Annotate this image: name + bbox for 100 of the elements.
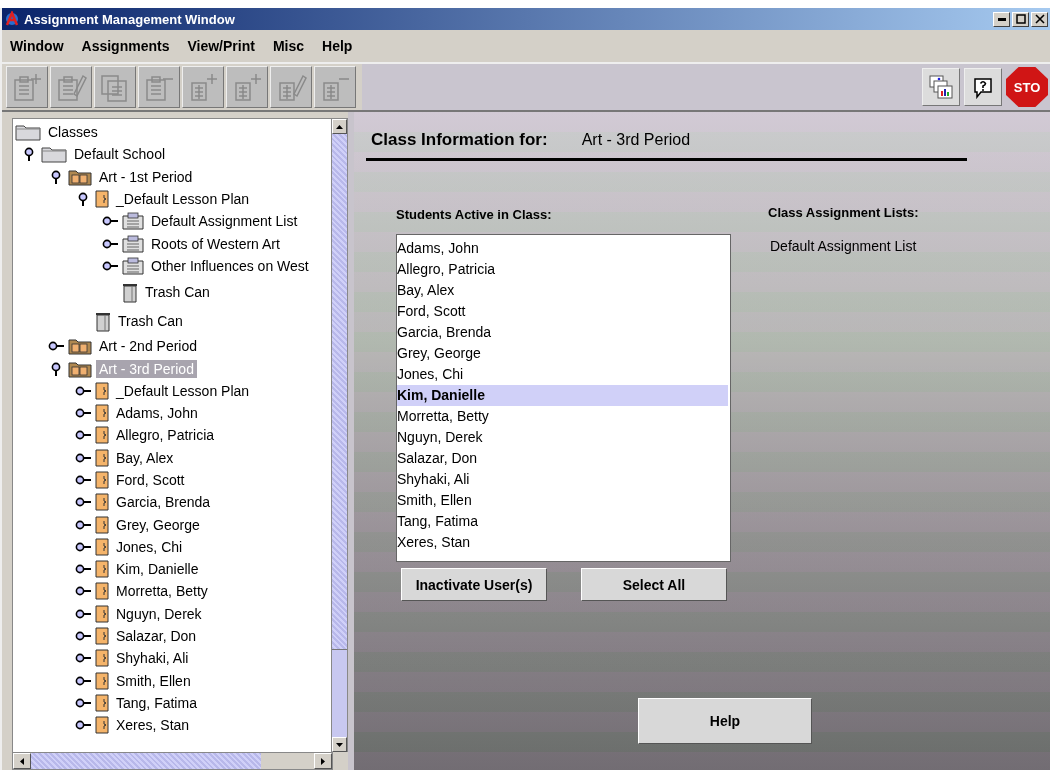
student-list-item[interactable]: Nguyn, Derek <box>397 427 728 448</box>
scroll-right-arrow-icon[interactable] <box>321 757 325 765</box>
collapsed-toggle-icon[interactable] <box>75 653 91 664</box>
menu-item[interactable]: Assignments <box>81 38 170 54</box>
charts-icon <box>928 74 954 100</box>
tree-item[interactable]: Shyhaki, Ali <box>113 649 192 668</box>
select-all-button[interactable]: Select All <box>581 568 727 601</box>
menu-item[interactable]: Window <box>10 38 64 54</box>
tree-item[interactable]: Kim, Danielle <box>113 560 202 579</box>
student-list-item[interactable]: Allegro, Patricia <box>397 259 728 280</box>
tree-item[interactable]: Xeres, Stan <box>113 716 193 735</box>
student-list-item[interactable]: Xeres, Stan <box>397 532 728 553</box>
tree-item[interactable]: Garcia, Brenda <box>113 493 214 512</box>
tree-item[interactable]: Art - 2nd Period <box>96 337 201 356</box>
horizontal-scrollbar[interactable] <box>12 752 333 770</box>
menu-item[interactable]: Help <box>322 38 353 54</box>
collapsed-toggle-icon[interactable] <box>75 697 91 708</box>
collapsed-toggle-icon[interactable] <box>75 541 91 552</box>
collapsed-toggle-icon[interactable] <box>102 260 118 271</box>
student-list-item[interactable]: Grey, George <box>397 343 728 364</box>
tree-item[interactable]: _Default Lesson Plan <box>113 190 253 209</box>
person-card-icon <box>95 627 109 646</box>
person-card-icon <box>95 560 109 579</box>
tree-item[interactable]: Salazar, Don <box>113 627 200 646</box>
collapsed-toggle-icon[interactable] <box>75 564 91 575</box>
person-card-icon <box>95 671 109 690</box>
maximize-button[interactable] <box>1012 11 1029 27</box>
tree-item[interactable]: _Default Lesson Plan <box>113 381 253 400</box>
collapsed-toggle-icon[interactable] <box>75 631 91 642</box>
tree-item[interactable]: Jones, Chi <box>113 537 186 556</box>
class-folder-icon <box>68 167 92 186</box>
collapsed-toggle-icon[interactable] <box>75 452 91 463</box>
help-button[interactable] <box>964 68 1002 106</box>
collapsed-toggle-icon[interactable] <box>75 408 91 419</box>
person-card-icon <box>95 582 109 601</box>
tree-item[interactable]: Tang, Fatima <box>113 693 200 712</box>
tree-item[interactable]: Adams, John <box>113 404 201 423</box>
student-list-item[interactable]: Adams, John <box>397 238 728 259</box>
stop-button[interactable]: STO <box>1006 67 1048 107</box>
close-button[interactable] <box>1031 11 1048 27</box>
collapsed-toggle-icon[interactable] <box>75 608 91 619</box>
collapsed-toggle-icon[interactable] <box>48 341 64 352</box>
collapsed-toggle-icon[interactable] <box>75 586 91 597</box>
collapsed-toggle-icon[interactable] <box>75 430 91 441</box>
collapsed-toggle-icon[interactable] <box>75 497 91 508</box>
tree-item[interactable]: Nguyn, Derek <box>113 604 205 623</box>
menu-item[interactable]: View/Print <box>187 38 255 54</box>
collapsed-toggle-icon[interactable] <box>75 675 91 686</box>
minimize-button[interactable] <box>993 11 1010 27</box>
tree-item[interactable]: Classes <box>45 123 101 142</box>
collapsed-toggle-icon[interactable] <box>75 519 91 530</box>
collapsed-toggle-icon[interactable] <box>102 216 118 227</box>
collapsed-toggle-icon[interactable] <box>75 720 91 731</box>
tree-item[interactable]: Ford, Scott <box>113 471 188 489</box>
student-list-item[interactable]: Morretta, Betty <box>397 406 728 427</box>
tree-item[interactable]: Art - 1st Period <box>96 167 196 186</box>
tree-item[interactable]: Smith, Ellen <box>113 671 194 690</box>
tree-item[interactable]: Allegro, Patricia <box>113 426 218 445</box>
scroll-down-arrow-icon[interactable] <box>336 742 343 747</box>
tree-item[interactable]: Roots of Western Art <box>148 234 283 253</box>
assignment-list-item[interactable]: Default Assignment List <box>768 238 919 254</box>
tree-item[interactable]: Trash Can <box>142 282 213 301</box>
assignment-lists-label: Class Assignment Lists: <box>768 205 919 220</box>
student-list-item[interactable]: Garcia, Brenda <box>397 322 728 343</box>
expanded-toggle-icon[interactable] <box>51 169 61 184</box>
tree-item[interactable]: Default Assignment List <box>148 212 301 231</box>
inactivate-users-button[interactable]: Inactivate User(s) <box>401 568 547 601</box>
person-card-icon <box>95 515 109 534</box>
student-list-item[interactable]: Bay, Alex <box>397 280 728 301</box>
collapsed-toggle-icon[interactable] <box>75 475 91 485</box>
folder-icon <box>41 145 67 164</box>
tree-item[interactable]: Trash Can <box>115 311 186 330</box>
expanded-toggle-icon[interactable] <box>78 192 88 207</box>
collapsed-toggle-icon[interactable] <box>102 238 118 249</box>
scroll-left-arrow-icon[interactable] <box>20 757 24 765</box>
tree-item[interactable]: Grey, George <box>113 515 203 534</box>
student-list-item[interactable]: Smith, Ellen <box>397 490 728 511</box>
clipboard-icon <box>122 234 144 253</box>
student-list-item[interactable]: Shyhaki, Ali <box>397 469 728 490</box>
person-card-icon <box>95 190 109 209</box>
student-list-item[interactable]: Salazar, Don <box>397 448 728 469</box>
collapsed-toggle-icon[interactable] <box>75 385 91 396</box>
tree-item[interactable]: Morretta, Betty <box>113 582 211 601</box>
students-listbox[interactable]: Adams, John Allegro, Patricia Bay, Alex Ford, Scott Garcia, Brenda Grey, George Jones, Chi Kim, Danielle Morretta, Betty Nguyn, Derek Salazar, Don Shyhaki, Ali Smith, Ellen Tang, Fatima Xeres, Stan <box>396 234 731 562</box>
student-list-item[interactable]: Jones, Chi <box>397 364 728 385</box>
tree-item[interactable]: Bay, Alex <box>113 448 177 467</box>
expanded-toggle-icon[interactable] <box>24 147 34 162</box>
student-list-item[interactable]: Ford, Scott <box>397 301 728 322</box>
person-card-icon <box>95 404 109 423</box>
class-folder-icon <box>68 359 92 378</box>
tree-item[interactable]: Other Influences on West <box>148 256 312 275</box>
tree-item[interactable]: Default School <box>71 145 169 164</box>
reports-button[interactable] <box>922 68 960 106</box>
vertical-scrollbar[interactable] <box>331 119 347 752</box>
help-button[interactable]: Help <box>638 698 812 744</box>
menu-item[interactable]: Misc <box>272 38 304 54</box>
student-list-item[interactable]: Kim, Danielle <box>397 385 728 406</box>
scroll-up-arrow-icon[interactable] <box>336 124 343 129</box>
expanded-toggle-icon[interactable] <box>51 361 61 376</box>
student-list-item[interactable]: Tang, Fatima <box>397 511 728 532</box>
